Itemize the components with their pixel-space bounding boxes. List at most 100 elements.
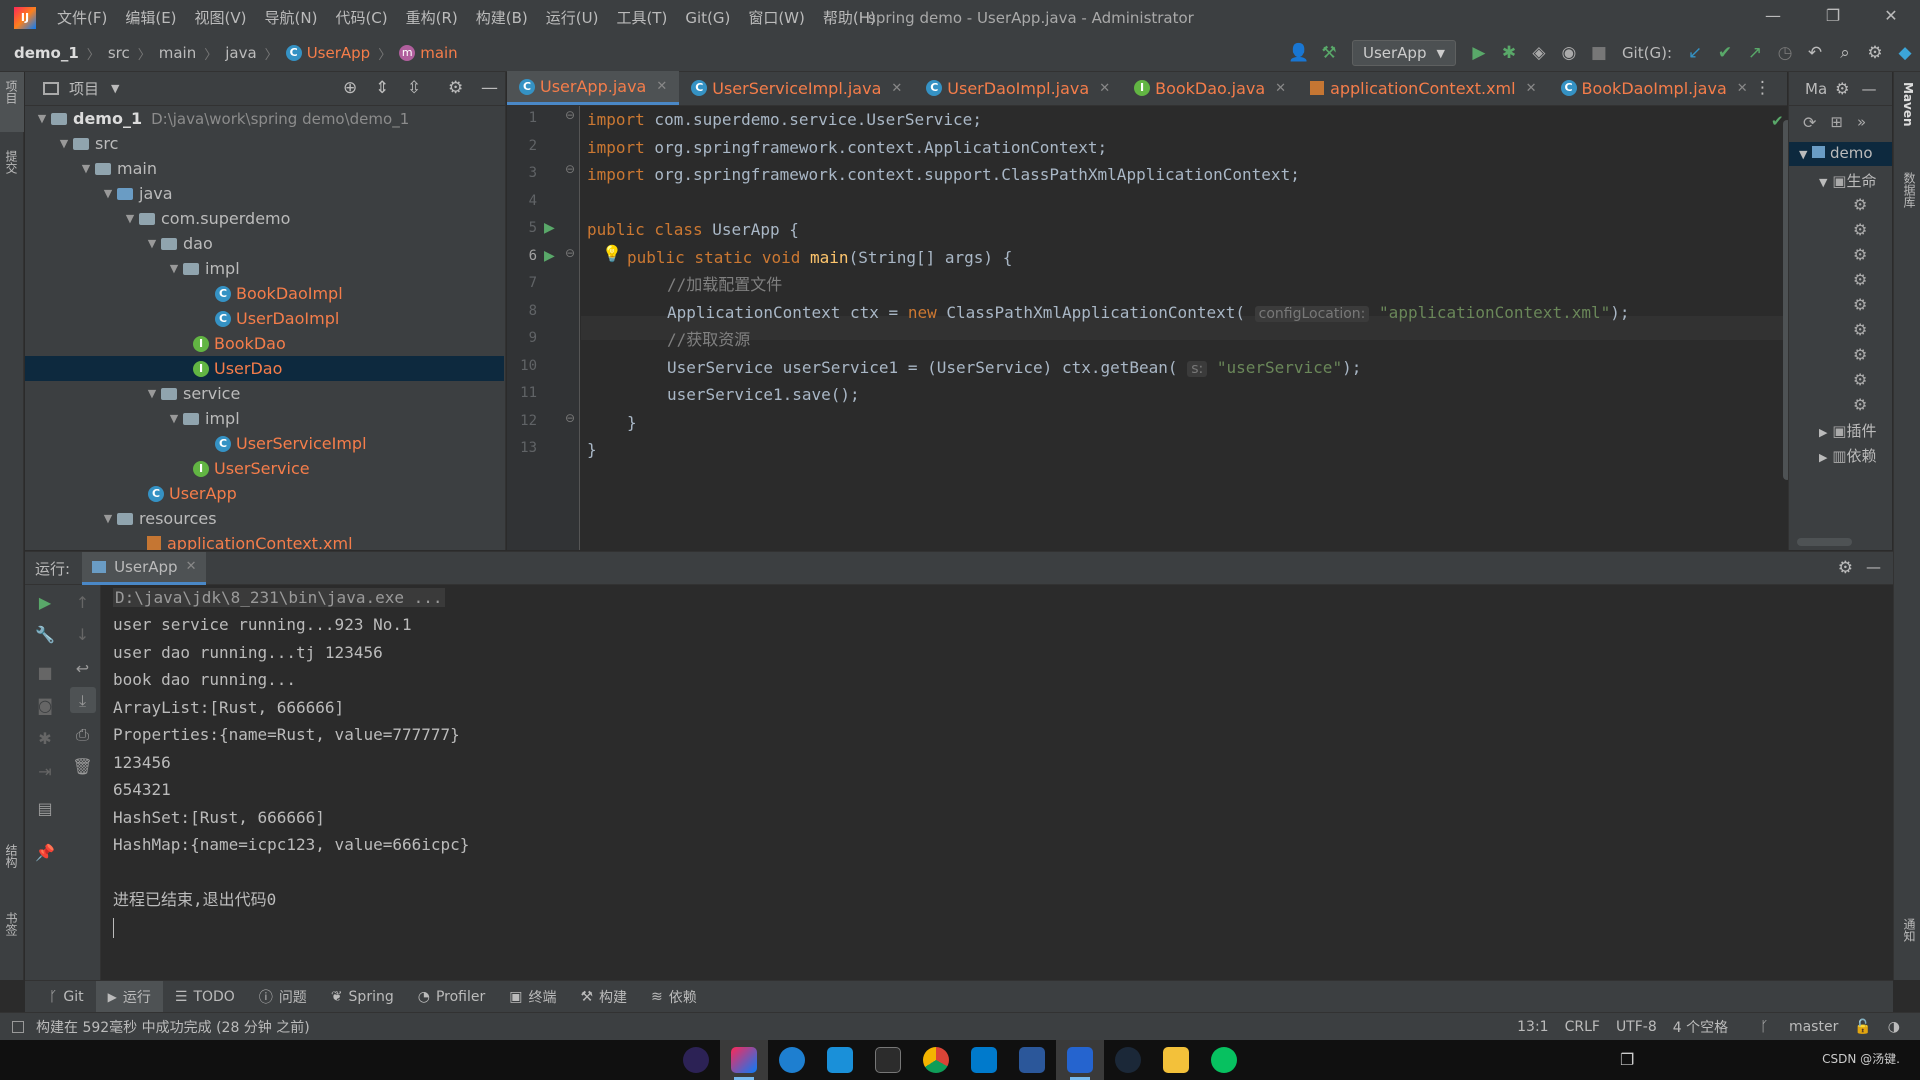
screenshot-app-icon[interactable] [816,1040,864,1080]
structure-tool-button[interactable]: 结构 [3,844,20,868]
tab-bookdaoimpl-java[interactable]: C BookDaoImpl.java ✕ [1549,71,1760,105]
indent-setting[interactable]: 4 个空格 [1673,1017,1728,1037]
restore-icon[interactable]: ❐ [1818,6,1848,25]
status-message[interactable]: 构建在 592毫秒 中成功完成 (28 分钟 之前) [36,1017,310,1037]
bookmarks-tool-button[interactable]: 书签 [3,912,20,936]
maven-root-item[interactable]: ▼ demo [1799,144,1873,162]
stop-icon[interactable]: ■ [25,663,65,682]
tree-item-dao[interactable]: ▼ dao [143,231,213,256]
fold-icon[interactable]: ⊖ [565,246,575,260]
tree-item-service[interactable]: ▼ service [143,381,241,406]
menu-code[interactable]: 代码(C) [326,7,396,28]
chevron-down-icon[interactable]: ▼ [111,82,119,95]
tab-userapp-java[interactable]: C UserApp.java ✕ [507,71,680,105]
close-window-icon[interactable]: ✕ [1876,6,1906,25]
breadcrumb-src[interactable]: src [108,44,130,62]
add-project-icon[interactable]: ⊞ [1830,113,1843,131]
code-area[interactable]: import com.superdemo.service.UserService… [587,106,1767,550]
close-tab-icon[interactable]: ✕ [891,81,902,96]
tab-applicationcontext-xml[interactable]: applicationContext.xml ✕ [1298,71,1548,105]
task-view-icon[interactable]: ❐ [1620,1050,1634,1069]
close-tab-icon[interactable]: ✕ [1737,81,1748,96]
run-console[interactable]: D:\java\jdk\8_231\bin\java.exe ... user … [102,585,1893,980]
settings-gear-icon[interactable]: ⚙ [1860,43,1890,63]
coverage-icon[interactable]: ◈ [1524,43,1554,63]
chevron-down-icon[interactable]: ▼ [99,512,117,525]
search-icon[interactable]: ⌕ [1830,43,1860,63]
layout-icon[interactable]: ▤ [25,799,65,818]
maven-tool-button[interactable]: Maven [1901,82,1915,127]
tab-userdaoimpl-java[interactable]: C UserDaoImpl.java ✕ [914,71,1122,105]
close-tab-icon[interactable]: ✕ [1099,81,1110,96]
tree-item-project-root[interactable]: ▼ demo_1 D:\java\work\spring demo\demo_1 [33,106,409,131]
edge-app-icon[interactable] [768,1040,816,1080]
commit-tool-button[interactable]: 提交 [3,150,20,174]
tree-item-userservice[interactable]: I UserService [193,456,310,481]
hide-panel-icon[interactable]: — [1866,558,1881,576]
intellij-app-icon[interactable] [720,1040,768,1080]
tab-build[interactable]: ⚒ 构建 [568,981,639,1013]
breadcrumb-method[interactable]: main [420,44,457,62]
run-options-gear-icon[interactable]: ⚙ [1838,558,1853,578]
memory-indicator-icon[interactable]: ◑ [1888,1019,1900,1035]
tree-item-bookdao[interactable]: I BookDao [193,331,286,356]
run-tab-userapp[interactable]: UserApp ✕ [82,551,207,585]
notifications-tool-button[interactable]: 通知 [1901,918,1918,942]
menu-tools[interactable]: 工具(T) [607,7,676,28]
breadcrumb-java[interactable]: java [225,44,256,62]
wechat-app-icon[interactable] [1200,1040,1248,1080]
chevron-down-icon[interactable]: ▼ [121,212,139,225]
chevron-down-icon[interactable]: ▼ [77,162,95,175]
git-push-icon[interactable]: ↗ [1740,43,1770,63]
run-gutter-icon[interactable]: ▶ [544,248,555,264]
chevron-right-icon[interactable]: ▶ [1819,426,1827,439]
chevron-down-icon[interactable]: ▼ [165,262,183,275]
tree-item-applicationcontext[interactable]: applicationContext.xml [147,531,353,550]
hide-panel-icon[interactable]: — [1861,80,1876,98]
chevron-down-icon[interactable]: ▼ [165,412,183,425]
close-tab-icon[interactable]: ✕ [656,79,667,94]
print-icon[interactable]: ⎙ [65,725,100,745]
git-update-icon[interactable]: ↙ [1680,43,1710,63]
terminal-app-icon[interactable] [864,1040,912,1080]
git-branch-status[interactable]: ᚴ master [1744,1019,1838,1035]
menu-git[interactable]: Git(G) [676,9,739,27]
options-gear-icon[interactable]: ⚙ [1835,79,1849,98]
more-tabs-icon[interactable]: ⋮ [1754,78,1771,98]
menu-file[interactable]: 文件(F) [48,7,116,28]
caret-position[interactable]: 13:1 [1517,1019,1548,1035]
debug-bug-icon[interactable]: ✱ [25,729,65,748]
tab-git[interactable]: ᚴ Git [37,981,96,1013]
chevron-down-icon[interactable]: ▼ [143,237,161,250]
chevron-down-icon[interactable]: ▼ [33,112,51,125]
tab-terminal[interactable]: ▣ 终端 [497,981,568,1013]
scroll-to-end-icon[interactable]: ⤓ [65,691,100,711]
tree-item-resources[interactable]: ▼ resources [99,506,217,531]
tree-item-java[interactable]: ▼ java [99,181,173,206]
tab-bookdao-java[interactable]: I BookDao.java ✕ [1122,71,1298,105]
lifecycle-goal-icons[interactable]: ⚙ ⚙ ⚙ ⚙ ⚙ ⚙ ⚙ ⚙ ⚙ [1853,192,1867,417]
user-icon[interactable]: 👤 [1284,43,1314,63]
menu-edit[interactable]: 编辑(E) [116,7,185,28]
tree-item-bookdaoimpl[interactable]: C BookDaoImpl [215,281,343,306]
tree-item-main[interactable]: ▼ main [77,156,157,181]
fold-icon[interactable]: ⊖ [565,411,575,425]
vscode-app-icon[interactable] [960,1040,1008,1080]
trash-icon[interactable]: 🗑 [65,757,100,776]
plugin-logo-icon[interactable]: ◆ [1890,43,1920,63]
arrow-up-icon[interactable]: ↑ [65,593,100,612]
history-icon[interactable]: ◷ [1770,43,1800,63]
chevron-down-icon[interactable]: ▼ [99,187,117,200]
rollback-icon[interactable]: ↶ [1800,43,1830,63]
tab-profiler[interactable]: ◔ Profiler [406,981,498,1013]
close-tab-icon[interactable]: ✕ [1275,81,1286,96]
tree-item-src[interactable]: ▼ src [55,131,119,156]
steam-app-icon[interactable] [1104,1040,1152,1080]
tree-item-service-impl[interactable]: ▼ impl [165,406,240,431]
menu-refactor[interactable]: 重构(R) [397,7,467,28]
tab-spring[interactable]: ❦ Spring [319,981,406,1013]
menu-run[interactable]: 运行(U) [537,7,608,28]
intellij-logo-icon[interactable]: IJ [14,6,36,29]
chevron-down-icon[interactable]: ▼ [1799,148,1807,161]
arrow-down-icon[interactable]: ↓ [65,625,100,644]
